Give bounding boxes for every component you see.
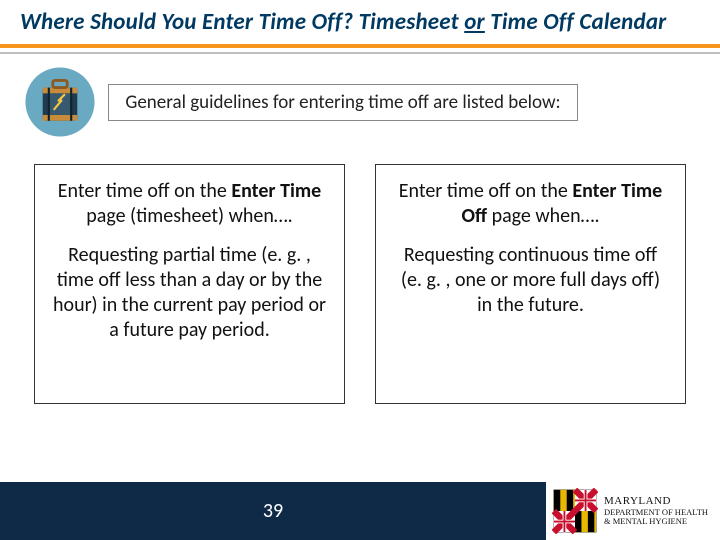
subtitle-text: General guidelines for entering time off…: [125, 91, 560, 114]
left-lead: Enter time off on the Enter Time page (t…: [51, 179, 328, 229]
luggage-icon: [24, 66, 96, 138]
title-pre: Where Should You Enter Time Off? Timeshe…: [20, 8, 464, 36]
left-lead-post: page (timesheet) when….: [86, 204, 292, 228]
subtitle-row: General guidelines for entering time off…: [0, 62, 720, 146]
title-or: or: [464, 8, 485, 36]
slide-title: Where Should You Enter Time Off? Timeshe…: [20, 8, 700, 36]
dept-line3: & MENTAL HYGIENE: [604, 517, 708, 526]
left-body: Requesting partial time (e. g. , time of…: [51, 243, 328, 343]
columns: Enter time off on the Enter Time page (t…: [0, 146, 720, 404]
slide: Where Should You Enter Time Off? Timeshe…: [0, 0, 720, 540]
footer-bar: 39: [0, 482, 546, 540]
divider-orange: [0, 44, 720, 48]
divider-grey: [0, 52, 720, 54]
left-lead-pre: Enter time off on the: [58, 179, 232, 203]
maryland-seal-icon: [552, 488, 598, 534]
right-lead-post: page when….: [487, 204, 599, 228]
left-lead-bold: Enter Time: [231, 179, 321, 203]
subtitle-box: General guidelines for entering time off…: [108, 84, 578, 121]
column-left: Enter time off on the Enter Time page (t…: [34, 164, 345, 404]
right-body: Requesting continuous time off (e. g. , …: [392, 243, 669, 318]
dept-text: MARYLAND DEPARTMENT OF HEALTH & MENTAL H…: [604, 496, 708, 525]
page-number: 39: [263, 499, 283, 523]
title-post: Time Off Calendar: [485, 8, 667, 36]
right-lead: Enter time off on the Enter Time Off pag…: [392, 179, 669, 229]
column-right: Enter time off on the Enter Time Off pag…: [375, 164, 686, 404]
footer-logo: MARYLAND DEPARTMENT OF HEALTH & MENTAL H…: [546, 482, 720, 540]
title-wrap: Where Should You Enter Time Off? Timeshe…: [0, 0, 720, 42]
right-lead-pre: Enter time off on the: [399, 179, 573, 203]
footer: 39 MARYLAND DEPARTMENT OF H: [0, 482, 720, 540]
